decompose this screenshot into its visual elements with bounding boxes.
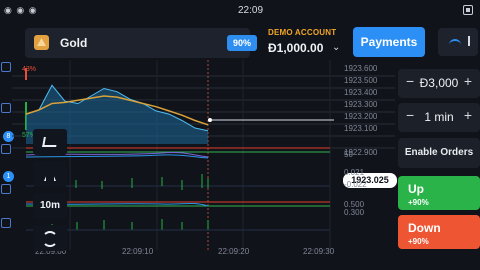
up-payout: +90% [408, 198, 429, 207]
left-toolbar: 8 1 [0, 60, 14, 240]
asset-name: Gold [60, 36, 88, 50]
indicator4-histogram [51, 219, 209, 230]
indicator2-tick: -0.022 [344, 180, 367, 189]
gold-icon [34, 35, 49, 50]
expand-button[interactable] [33, 129, 67, 155]
current-price-dot [208, 118, 212, 122]
indicator1-tick: 50 [344, 150, 353, 159]
help-icon[interactable] [1, 218, 11, 228]
up-button[interactable]: Up +90% [398, 176, 480, 210]
y-tick: 1923.200 [344, 112, 378, 121]
status-bar: ◉ ◉ ◉ 22:09 [0, 0, 480, 22]
down-button[interactable]: Down +90% [398, 215, 480, 249]
price-chart [12, 60, 395, 250]
battery-icon [463, 5, 473, 15]
sell-percent: 43% [22, 66, 37, 73]
up-label: Up [408, 182, 424, 196]
indicator1-signal [25, 154, 209, 159]
pen-tool-icon[interactable] [1, 103, 11, 113]
menu-button[interactable] [438, 28, 478, 56]
signal-icon [42, 231, 58, 247]
draw-icon [44, 167, 56, 181]
amount-plus-button[interactable]: + [464, 73, 472, 89]
amount-minus-button[interactable]: − [406, 73, 414, 89]
chart-area[interactable]: 1923.025 1923.600 1923.500 1923.400 1923… [12, 60, 397, 270]
alert-icon[interactable] [1, 184, 11, 194]
time-plus-button[interactable]: + [464, 107, 472, 123]
y-tick: 1923.600 [344, 64, 378, 73]
account-type: DEMO ACCOUNT [268, 28, 337, 37]
indicator-icon[interactable] [1, 144, 11, 154]
indicator3-tick: 0.300 [344, 208, 365, 217]
x-tick: 22:09:30 [303, 247, 335, 256]
chart-tool-icon[interactable] [1, 62, 11, 72]
amount-value[interactable]: Đ3,000 [416, 76, 462, 90]
y-tick: 1923.500 [344, 76, 378, 85]
timeframe-button[interactable]: 10m [33, 193, 67, 219]
trade-panel: − Đ3,000 + − 1 min + Enable Orders Up +9… [398, 62, 480, 270]
indicator2-tick: 0.021 [344, 168, 365, 177]
status-indicators: ◉ ◉ ◉ [4, 5, 38, 15]
down-payout: +90% [408, 237, 429, 246]
x-tick: 22:09:20 [218, 247, 250, 256]
asset-selector[interactable]: Gold 90% [25, 28, 257, 58]
x-tick: 22:09:10 [122, 247, 154, 256]
expiry-stepper[interactable]: − 1 min + [398, 103, 480, 132]
menu-icon [468, 36, 470, 46]
asset-payout-badge: 90% [227, 35, 257, 51]
payments-button[interactable]: Payments [353, 27, 425, 57]
draw-button[interactable] [33, 161, 67, 187]
account-balance: Đ1,000.00 [268, 41, 324, 55]
amount-stepper[interactable]: − Đ3,000 + [398, 69, 480, 98]
down-label: Down [408, 221, 441, 235]
y-tick: 1923.400 [344, 88, 378, 97]
time-minus-button[interactable]: − [406, 107, 414, 123]
arc-icon [449, 39, 461, 45]
expand-icon [42, 137, 58, 147]
status-time: 22:09 [238, 5, 264, 16]
indicator2-histogram [75, 174, 209, 190]
y-tick: 1923.100 [344, 124, 378, 133]
chevron-down-icon[interactable]: ⌄ [332, 42, 340, 53]
signals-button[interactable] [33, 225, 67, 251]
y-tick: 1923.300 [344, 100, 378, 109]
time-value[interactable]: 1 min [416, 110, 462, 124]
enable-orders-button[interactable]: Enable Orders [398, 138, 480, 168]
